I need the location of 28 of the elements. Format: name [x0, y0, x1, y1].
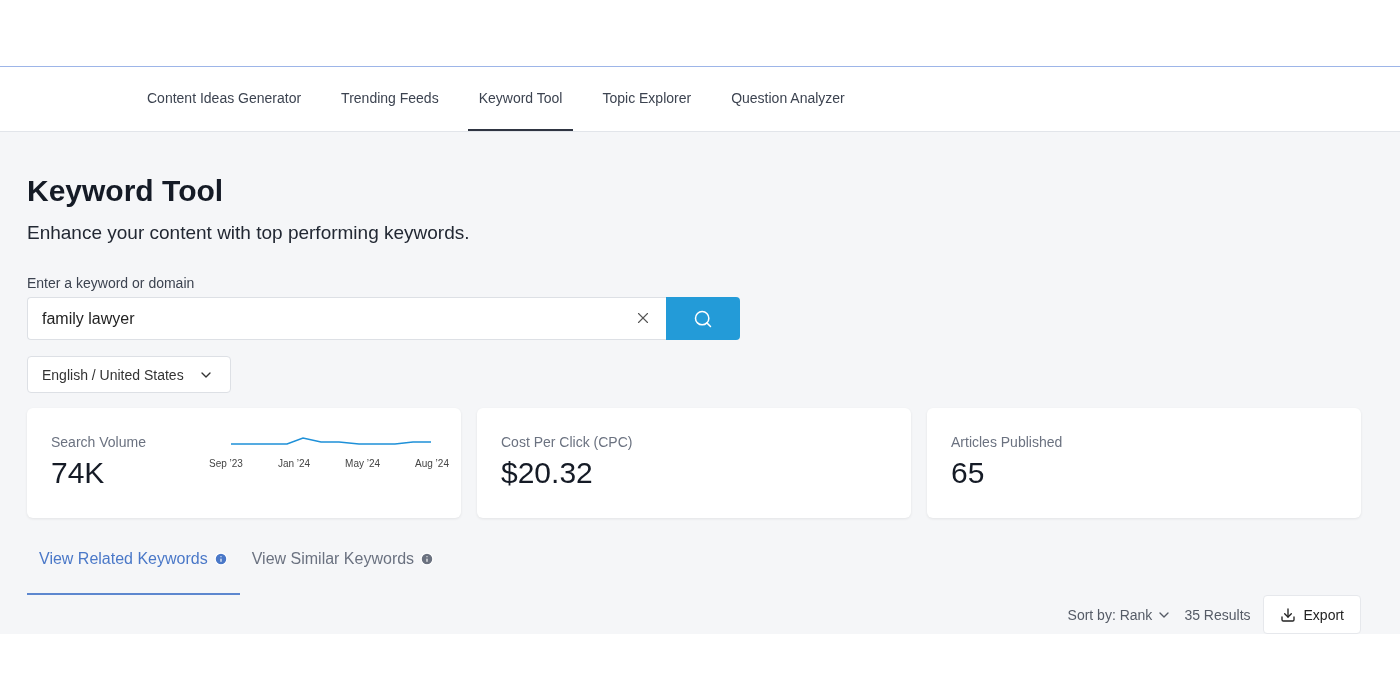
download-icon: [1279, 606, 1296, 623]
export-button[interactable]: Export: [1262, 595, 1361, 634]
locale-dropdown[interactable]: English / United States: [27, 356, 231, 393]
search-icon: [693, 308, 713, 329]
stat-label: Articles Published: [951, 434, 1063, 450]
result-tab[interactable]: View Related Keywords: [27, 536, 240, 595]
page-title: Keyword Tool: [27, 174, 225, 208]
nav-tab[interactable]: Trending Feeds: [330, 67, 450, 131]
axis-label: Aug ’24: [415, 458, 449, 469]
stat-value: 74K: [51, 456, 106, 490]
stat-value: 65: [951, 456, 986, 490]
page-subtitle: Enhance your content with top performing keywords.: [27, 222, 471, 244]
info-icon: [213, 551, 228, 566]
nav-tab[interactable]: Topic Explorer: [591, 67, 703, 131]
axis-label: May ’24: [345, 458, 381, 469]
stat-value: $20.32: [501, 456, 594, 490]
nav-tab[interactable]: Question Analyzer: [720, 67, 856, 131]
nav-tab[interactable]: Content Ideas Generator: [136, 67, 313, 131]
stat-label: Cost Per Click (CPC): [501, 434, 633, 450]
field-label: Enter a keyword or domain: [27, 275, 196, 291]
results-count: 35 Results: [1184, 606, 1251, 623]
sort-dropdown[interactable]: Sort by: Rank: [1067, 606, 1173, 623]
axis-label: Sep ’23: [209, 458, 243, 469]
info-icon: [420, 551, 435, 566]
result-tab[interactable]: View Similar Keywords: [239, 536, 447, 595]
axis-label: Jan ’24: [277, 458, 311, 469]
search-field[interactable]: family lawyer: [27, 297, 666, 340]
stat-label: Search Volume: [51, 434, 146, 450]
